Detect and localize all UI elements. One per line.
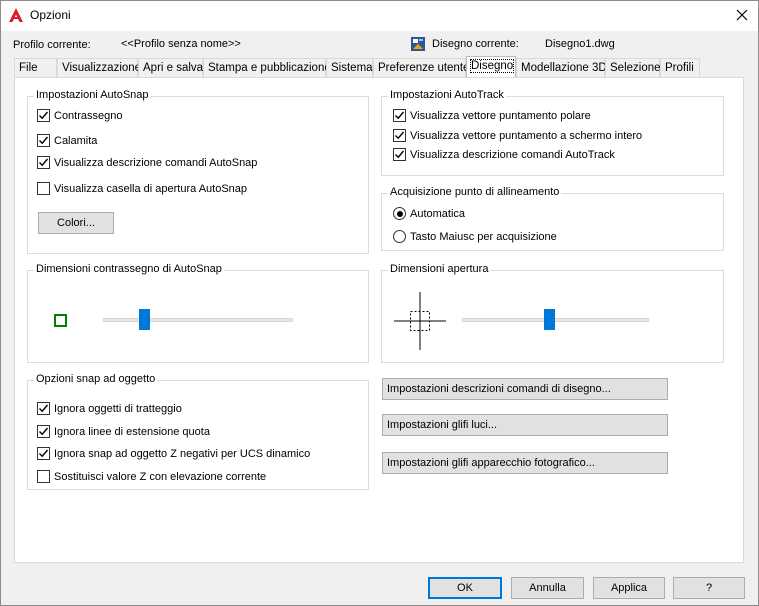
colors-button[interactable]: Colori...	[38, 212, 114, 234]
window-title: Opzioni	[30, 8, 71, 22]
aperture-size-slider-thumb[interactable]	[544, 309, 556, 330]
close-icon[interactable]	[728, 2, 756, 28]
automatic-radio[interactable]: Automatica	[393, 207, 465, 220]
help-button[interactable]: ?	[673, 577, 745, 599]
magnet-label: Calamita	[54, 134, 98, 147]
radio-selected-icon[interactable]	[393, 207, 406, 220]
ignore-negative-z-checkbox[interactable]: Ignora snap ad oggetto Z negativi per UC…	[37, 447, 310, 460]
marker-size-title: Dimensioni contrassegno di AutoSnap	[34, 263, 224, 275]
shift-acquire-radio[interactable]: Tasto Maiusc per acquisizione	[393, 230, 557, 243]
marker-size-slider-thumb[interactable]	[139, 309, 151, 330]
polar-vector-label: Visualizza vettore puntamento polare	[410, 109, 591, 122]
title-bar	[0, 0, 759, 31]
checkbox-checked-icon[interactable]	[37, 425, 50, 438]
ignore-dimext-checkbox[interactable]: Ignora linee di estensione quota	[37, 425, 210, 438]
autosnap-settings-title: Impostazioni AutoSnap	[34, 89, 151, 101]
autotrack-tooltip-checkbox[interactable]: Visualizza descrizione comandi AutoTrack	[393, 148, 615, 161]
polar-vector-checkbox[interactable]: Visualizza vettore puntamento polare	[393, 109, 591, 122]
fullscreen-vector-checkbox[interactable]: Visualizza vettore puntamento a schermo …	[393, 129, 642, 142]
aperture-box-checkbox[interactable]: Visualizza casella di apertura AutoSnap	[37, 182, 247, 195]
autotrack-settings-title: Impostazioni AutoTrack	[388, 89, 506, 101]
marker-checkbox[interactable]: Contrassegno	[37, 109, 123, 122]
replace-z-label: Sostituisci valore Z con elevazione corr…	[54, 470, 267, 483]
autosnap-tooltip-label: Visualizza descrizione comandi AutoSnap	[54, 156, 258, 169]
ignore-dimext-label: Ignora linee di estensione quota	[54, 425, 210, 438]
apply-button[interactable]: Applica	[593, 577, 665, 599]
camera-glyph-settings-button[interactable]: Impostazioni glifi apparecchio fotografi…	[382, 452, 668, 474]
checkbox-checked-icon[interactable]	[393, 129, 406, 142]
checkbox-checked-icon[interactable]	[393, 148, 406, 161]
object-snap-options-title: Opzioni snap ad oggetto	[34, 373, 158, 385]
automatic-label: Automatica	[410, 207, 466, 220]
magnet-checkbox[interactable]: Calamita	[37, 134, 97, 147]
tab-open-save[interactable]: Apri e salva	[138, 58, 203, 77]
checkbox-checked-icon[interactable]	[37, 134, 50, 147]
tab-plot-publish[interactable]: Stampa e pubblicazione	[203, 58, 331, 77]
checkbox-checked-icon[interactable]	[37, 156, 50, 169]
checkbox-checked-icon[interactable]	[37, 447, 50, 460]
ignore-hatch-checkbox[interactable]: Ignora oggetti di tratteggio	[37, 402, 182, 415]
tab-file[interactable]: File	[14, 58, 57, 77]
marker-preview-icon	[54, 314, 67, 327]
marker-size-slider-track[interactable]	[103, 318, 293, 322]
tab-3d-modeling[interactable]: Modellazione 3D	[516, 58, 607, 77]
marker-label: Contrassegno	[54, 109, 123, 122]
aperture-box-label: Visualizza casella di apertura AutoSnap	[54, 182, 248, 195]
ignore-negative-z-label: Ignora snap ad oggetto Z negativi per UC…	[54, 447, 311, 460]
drawing-file-icon	[410, 36, 426, 52]
checkbox-checked-icon[interactable]	[37, 109, 50, 122]
shift-acquire-label: Tasto Maiusc per acquisizione	[410, 230, 557, 243]
checkbox-checked-icon[interactable]	[393, 109, 406, 122]
light-glyph-settings-button[interactable]: Impostazioni glifi luci...	[382, 414, 668, 436]
aperture-size-title: Dimensioni apertura	[388, 263, 491, 275]
checkbox-checked-icon[interactable]	[37, 402, 50, 415]
replace-z-checkbox[interactable]: Sostituisci valore Z con elevazione corr…	[37, 470, 266, 483]
tab-system[interactable]: Sistema	[326, 58, 373, 77]
profile-value: <<Profilo senza nome>>	[121, 38, 241, 50]
checkbox-unchecked-icon[interactable]	[37, 470, 50, 483]
cancel-button[interactable]: Annulla	[511, 577, 584, 599]
checkbox-unchecked-icon[interactable]	[37, 182, 50, 195]
drafting-tooltip-settings-button[interactable]: Impostazioni descrizioni comandi di dise…	[382, 378, 668, 400]
autosnap-tooltip-checkbox[interactable]: Visualizza descrizione comandi AutoSnap	[37, 156, 257, 169]
radio-unselected-icon[interactable]	[393, 230, 406, 243]
drawing-label: Disegno corrente:	[432, 38, 519, 50]
ok-button[interactable]: OK	[428, 577, 502, 599]
aperture-preview-icon	[394, 292, 446, 350]
aperture-size-slider-track[interactable]	[462, 318, 649, 322]
drawing-value: Disegno1.dwg	[545, 38, 615, 50]
autocad-a-icon	[8, 7, 24, 23]
alignment-acquisition-title: Acquisizione punto di allineamento	[388, 186, 562, 198]
tab-drafting[interactable]: Disegno	[466, 56, 516, 77]
tab-selection[interactable]: Selezione	[605, 58, 661, 77]
tab-profiles[interactable]: Profili	[660, 58, 700, 77]
tab-display[interactable]: Visualizzazione	[57, 58, 141, 77]
tab-user-preferences[interactable]: Preferenze utente	[373, 58, 469, 77]
profile-label: Profilo corrente:	[13, 39, 91, 51]
fullscreen-vector-label: Visualizza vettore puntamento a schermo …	[410, 129, 643, 142]
ignore-hatch-label: Ignora oggetti di tratteggio	[54, 402, 182, 415]
autotrack-tooltip-label: Visualizza descrizione comandi AutoTrack	[410, 148, 615, 161]
marker-size-group: Dimensioni contrassegno di AutoSnap	[27, 263, 369, 363]
